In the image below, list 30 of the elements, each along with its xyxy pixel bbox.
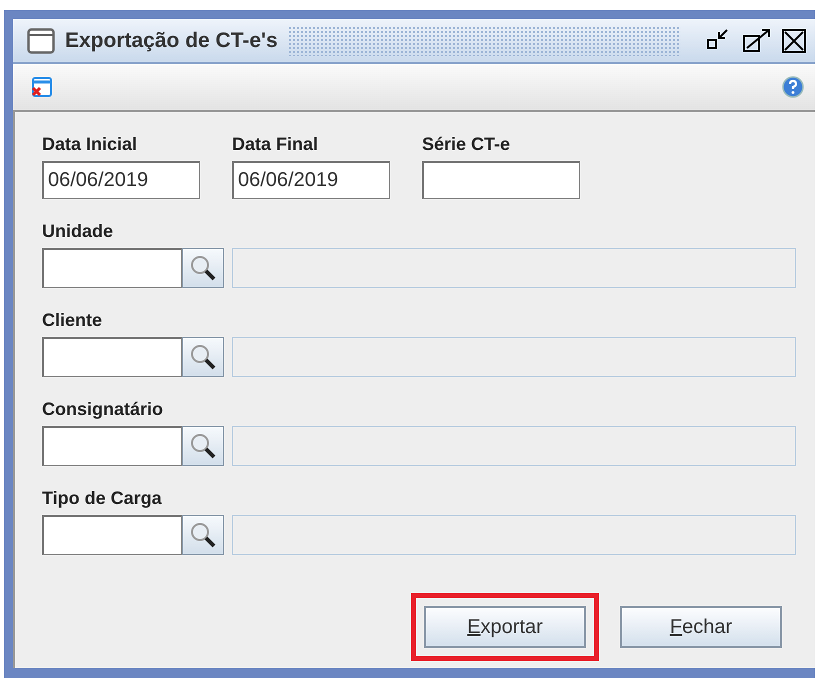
- code-field[interactable]: [42, 515, 182, 555]
- search-icon: [189, 432, 217, 460]
- code-field[interactable]: [42, 426, 182, 466]
- dialog-button[interactable]: Fechar: [620, 606, 782, 648]
- search-button[interactable]: [182, 426, 224, 466]
- search-button[interactable]: [182, 248, 224, 288]
- field-label: Tipo de Carga: [42, 488, 163, 509]
- field-label: Data Final: [232, 134, 320, 155]
- window-title: Exportação de CT-e's: [65, 28, 278, 52]
- field-label: Data Inicial: [42, 134, 138, 155]
- field-label: Cliente: [42, 310, 104, 331]
- close-icon[interactable]: [781, 28, 807, 54]
- field-label: Consignatário: [42, 399, 164, 420]
- input-field[interactable]: 06/06/2019: [42, 161, 200, 199]
- field-label: Série CT-e: [422, 134, 512, 155]
- code-field[interactable]: [42, 337, 182, 377]
- field-label: Unidade: [42, 221, 114, 242]
- search-icon: [189, 343, 217, 371]
- dialog-button[interactable]: Exportar: [424, 606, 586, 648]
- window-icon: [27, 28, 55, 54]
- close-window-icon[interactable]: [31, 76, 53, 98]
- code-field[interactable]: [42, 248, 182, 288]
- search-icon: [189, 521, 217, 549]
- input-field[interactable]: 06/06/2019: [232, 161, 390, 199]
- input-field[interactable]: [422, 161, 580, 199]
- search-button[interactable]: [182, 515, 224, 555]
- search-icon: [189, 254, 217, 282]
- maximize-icon[interactable]: [741, 28, 771, 54]
- help-icon[interactable]: [781, 75, 805, 99]
- search-button[interactable]: [182, 337, 224, 377]
